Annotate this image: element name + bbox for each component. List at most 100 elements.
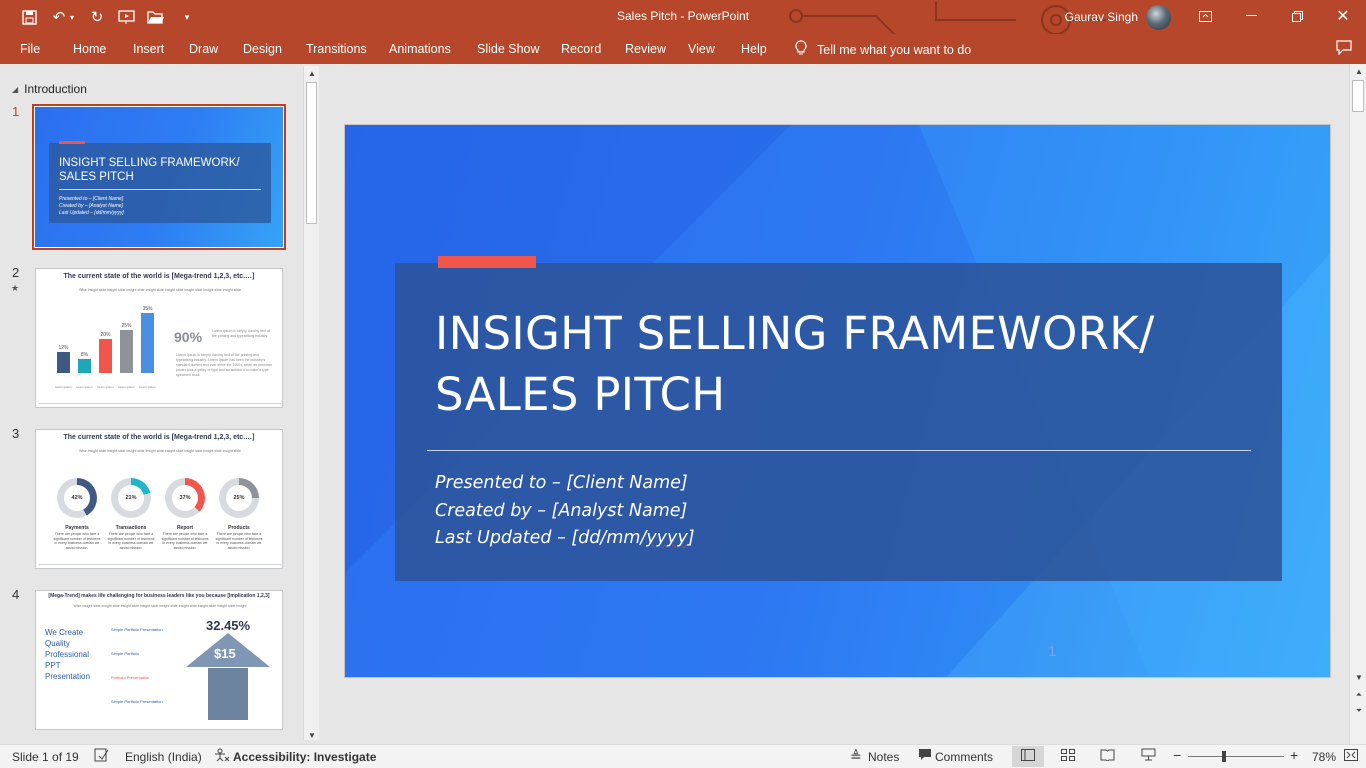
mini-bar bbox=[99, 338, 112, 373]
comments-icon[interactable] bbox=[1336, 40, 1352, 59]
avatar[interactable] bbox=[1146, 5, 1171, 30]
user-name[interactable]: Gaurav Singh bbox=[1065, 10, 1138, 24]
slide-1-preview: INSIGHT SELLING FRAMEWORK/ SALES PITCH P… bbox=[35, 107, 283, 247]
scroll-down-icon[interactable]: ▼ bbox=[304, 728, 320, 742]
tab-slide-show[interactable]: Slide Show bbox=[477, 42, 540, 56]
accessibility-status[interactable]: Accessibility: Investigate bbox=[233, 750, 376, 764]
slide-thumbnail-1[interactable]: INSIGHT SELLING FRAMEWORK/ SALES PITCH P… bbox=[32, 104, 286, 250]
accessibility-icon[interactable] bbox=[214, 748, 230, 765]
tell-me-label: Tell me what you want to do bbox=[817, 42, 972, 57]
undo-dropdown-icon[interactable]: ▾ bbox=[66, 6, 78, 28]
zoom-slider-track[interactable] bbox=[1188, 756, 1284, 757]
next-slide-icon[interactable]: ⏷ bbox=[1351, 704, 1366, 718]
tab-help[interactable]: Help bbox=[741, 42, 767, 56]
customize-toolbar-icon[interactable]: ▾ bbox=[176, 6, 198, 28]
scroll-thumb[interactable] bbox=[306, 82, 317, 224]
section-title: Introduction bbox=[24, 82, 87, 96]
tagline: We Create Quality Professional PPT Prese… bbox=[45, 628, 90, 681]
tab-review[interactable]: Review bbox=[625, 42, 666, 56]
slide-subtitle[interactable]: Presented to – [Client Name] Created by … bbox=[435, 470, 695, 553]
status-bar: Slide 1 of 19 English (India) Accessibil… bbox=[0, 744, 1366, 768]
mini-bar-label: 20% bbox=[100, 331, 111, 338]
tell-me-search[interactable]: Tell me what you want to do bbox=[795, 40, 971, 59]
close-icon[interactable]: ✕ bbox=[1320, 0, 1366, 32]
language-indicator[interactable]: English (India) bbox=[125, 750, 202, 764]
donut-percent: 21% bbox=[118, 485, 144, 511]
donut-percent: 25% bbox=[226, 485, 252, 511]
previous-slide-icon[interactable]: ⏶ bbox=[1351, 688, 1366, 702]
slide-sorter-icon[interactable] bbox=[1061, 748, 1075, 764]
mini-bar-label: 35% bbox=[142, 306, 153, 312]
slide-thumbnail-3[interactable]: The current state of the world is [Mega-… bbox=[35, 429, 283, 569]
title-bar: ↶ ▾ ↻ ▾ Sales Pitch - PowerPoint Gaurav … bbox=[0, 0, 1366, 51]
notes-button[interactable]: Notes bbox=[868, 750, 899, 764]
mini-donut: 21% bbox=[111, 478, 151, 518]
ribbon-tabs: File Home Insert Draw Design Transitions… bbox=[0, 34, 1366, 64]
tab-view[interactable]: View bbox=[688, 42, 715, 56]
tab-animations[interactable]: Animations bbox=[389, 42, 451, 56]
zoom-out-icon[interactable]: − bbox=[1173, 747, 1181, 763]
thumb-title: [Mega-Trend] makes life challenging for … bbox=[48, 593, 270, 599]
current-slide[interactable]: INSIGHT SELLING FRAMEWORK/ SALES PITCH P… bbox=[344, 124, 1331, 678]
donut-description: There are people who face a significant … bbox=[215, 532, 263, 550]
donut-label: Report bbox=[176, 525, 194, 531]
tab-home[interactable]: Home bbox=[73, 42, 106, 56]
slide-counter: Slide 1 of 19 bbox=[12, 750, 79, 764]
editor-scrollbar[interactable]: ▲ ▼ ⏶ ⏷ bbox=[1349, 64, 1366, 744]
mini-donut: 37% bbox=[165, 478, 205, 518]
slide-thumbnails-pane: ◢ Introduction 1 INSIGHT SELLING FRAMEWO… bbox=[0, 64, 320, 744]
paragraph: Lorem Ipsum is simply dummy text of the … bbox=[212, 329, 270, 338]
donut-description: There are people who face a significant … bbox=[53, 532, 101, 550]
open-folder-icon[interactable] bbox=[144, 6, 166, 28]
mini-bar bbox=[78, 359, 91, 373]
tab-file[interactable]: File bbox=[20, 42, 40, 56]
donut-label: Transactions bbox=[115, 525, 147, 531]
big-percent: 32.45% bbox=[206, 618, 251, 633]
mini-bar-label: 8% bbox=[80, 352, 89, 359]
donut-description: There are people who face a significant … bbox=[161, 532, 209, 550]
collapse-triangle-icon[interactable]: ◢ bbox=[12, 85, 18, 94]
slide-thumbnail-4[interactable]: [Mega-Trend] makes life challenging for … bbox=[35, 590, 283, 730]
tab-transitions[interactable]: Transitions bbox=[306, 42, 367, 56]
scroll-up-icon[interactable]: ▲ bbox=[1351, 64, 1366, 78]
spelling-check-icon[interactable] bbox=[94, 748, 109, 765]
mini-bar-category: lorem ipsum bbox=[76, 385, 93, 389]
comments-button[interactable]: Comments bbox=[935, 750, 993, 764]
scroll-up-icon[interactable]: ▲ bbox=[304, 66, 320, 80]
restore-icon[interactable] bbox=[1274, 0, 1320, 32]
tab-record[interactable]: Record bbox=[561, 42, 601, 56]
normal-view-icon[interactable] bbox=[1021, 748, 1035, 764]
scroll-thumb[interactable] bbox=[1352, 80, 1364, 112]
fit-to-window-icon[interactable] bbox=[1344, 748, 1358, 764]
slide-page-number: 1 bbox=[1048, 643, 1057, 660]
section-header[interactable]: ◢ Introduction bbox=[12, 82, 87, 96]
thumb-subtitle: Presented to – [Client Name] Created by … bbox=[59, 196, 124, 216]
reading-view-icon[interactable] bbox=[1100, 748, 1115, 764]
redo-icon[interactable]: ↻ bbox=[86, 6, 108, 28]
thumb-subtitle: Wise insight slide insight slide insight… bbox=[79, 288, 241, 292]
slide-show-icon[interactable] bbox=[1141, 748, 1156, 764]
spelling-squiggle: yyyy bbox=[646, 528, 688, 548]
slide-title[interactable]: INSIGHT SELLING FRAMEWORK/ SALES PITCH bbox=[435, 303, 1155, 425]
tab-design[interactable]: Design bbox=[243, 42, 282, 56]
slide-thumbnail-2[interactable]: The current state of the world is [Mega-… bbox=[35, 268, 283, 408]
slide-editor: INSIGHT SELLING FRAMEWORK/ SALES PITCH P… bbox=[320, 64, 1350, 744]
thumbnail-scrollbar[interactable]: ▲ ▼ bbox=[303, 66, 319, 740]
divider bbox=[427, 450, 1251, 451]
comment-icon[interactable] bbox=[918, 748, 932, 764]
zoom-slider-knob[interactable] bbox=[1222, 751, 1226, 762]
donut-percent: 42% bbox=[64, 485, 90, 511]
thumb-title: The current state of the world is [Mega-… bbox=[63, 273, 255, 280]
present-from-beginning-icon[interactable] bbox=[115, 6, 137, 28]
mini-bar-category: lorem ipsum bbox=[118, 385, 135, 389]
scroll-down-icon[interactable]: ▼ bbox=[1351, 670, 1366, 684]
tab-insert[interactable]: Insert bbox=[133, 42, 164, 56]
ribbon-display-options-icon[interactable] bbox=[1182, 0, 1228, 32]
save-icon[interactable] bbox=[18, 6, 40, 28]
footer-line bbox=[39, 403, 281, 404]
notes-icon[interactable]: ≜ bbox=[850, 748, 862, 765]
minimize-icon[interactable] bbox=[1228, 0, 1274, 32]
zoom-in-icon[interactable]: + bbox=[1290, 747, 1298, 763]
zoom-level[interactable]: 78% bbox=[1312, 750, 1336, 764]
tab-draw[interactable]: Draw bbox=[189, 42, 218, 56]
